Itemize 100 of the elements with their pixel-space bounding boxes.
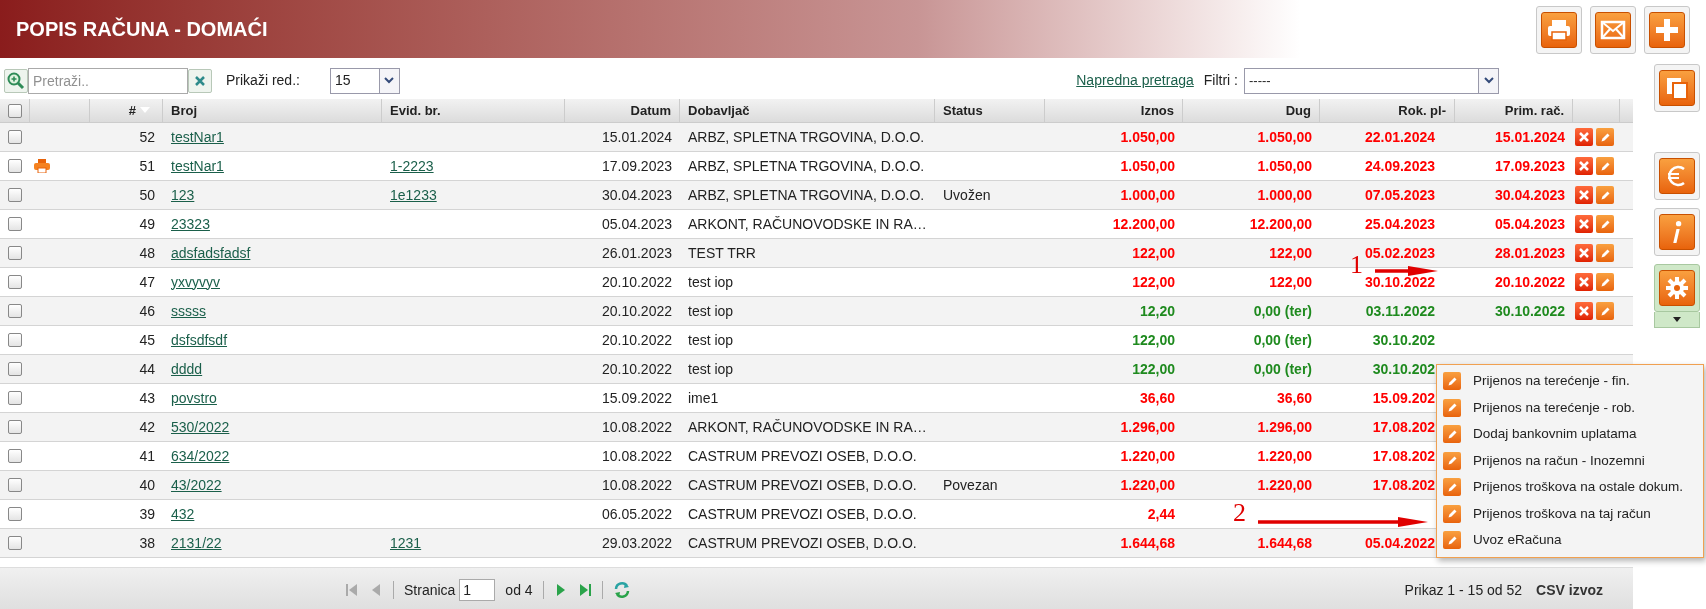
row-checkbox[interactable] bbox=[8, 333, 22, 347]
menu-item[interactable]: Prijenos na račun - Inozemni bbox=[1473, 450, 1645, 471]
refresh-button[interactable] bbox=[612, 581, 631, 599]
delete-button[interactable] bbox=[1575, 157, 1593, 175]
row-checkbox[interactable] bbox=[8, 130, 22, 144]
invoice-link[interactable]: 123 bbox=[171, 184, 195, 206]
invoice-link[interactable]: 530/2022 bbox=[171, 416, 230, 438]
menu-item[interactable]: Dodaj bankovnim uplatama bbox=[1473, 424, 1637, 445]
row-checkbox[interactable] bbox=[8, 188, 22, 202]
date-cell-text: 15.09.2022 bbox=[601, 388, 672, 408]
search-button[interactable] bbox=[4, 68, 28, 93]
page-field[interactable]: 1 bbox=[459, 579, 496, 601]
delete-button[interactable] bbox=[1575, 128, 1593, 146]
record-link[interactable]: 1231 bbox=[390, 532, 422, 554]
print-button[interactable] bbox=[1536, 6, 1582, 54]
invoice-link[interactable]: 2131/22 bbox=[171, 532, 222, 554]
invoice-link[interactable]: testNar1 bbox=[171, 155, 224, 177]
email-button[interactable] bbox=[1590, 6, 1636, 54]
debt-cell-text: 1.644,68 bbox=[1257, 533, 1312, 553]
date-cell-text: 10.08.2022 bbox=[601, 417, 672, 437]
column-header[interactable]: Dug bbox=[1285, 100, 1311, 121]
row-checkbox[interactable] bbox=[8, 449, 22, 463]
invoice-link[interactable]: dsfsdfsdf bbox=[171, 329, 228, 351]
delete-button[interactable] bbox=[1575, 244, 1593, 262]
column-header[interactable]: Evid. br. bbox=[390, 100, 441, 121]
invoice-link[interactable]: 432 bbox=[171, 503, 195, 525]
menu-item[interactable]: Prijenos na terećenje - rob. bbox=[1473, 397, 1636, 418]
menu-item[interactable]: Prijenos troškova na taj račun bbox=[1473, 503, 1651, 524]
csv-export-link[interactable]: CSV izvoz bbox=[1536, 579, 1603, 601]
rows-select[interactable]: 15 bbox=[329, 67, 400, 94]
amount-cell-text: 1.050,00 bbox=[1120, 127, 1175, 147]
row-checkbox[interactable] bbox=[8, 478, 22, 492]
delete-button[interactable] bbox=[1575, 215, 1593, 233]
row-checkbox[interactable] bbox=[8, 217, 22, 231]
debt-cell-text: 36,60 bbox=[1276, 388, 1312, 408]
clear-button[interactable] bbox=[188, 68, 212, 93]
row-checkbox[interactable] bbox=[8, 304, 22, 318]
invoice-link[interactable]: yxvyvyv bbox=[171, 271, 220, 293]
invoice-link[interactable]: sssss bbox=[171, 300, 206, 322]
record-link[interactable]: 1-2223 bbox=[390, 155, 434, 177]
invoice-link[interactable]: testNar1 bbox=[171, 126, 224, 148]
filter-select[interactable]: ----- bbox=[1244, 67, 1499, 94]
info-button[interactable] bbox=[1654, 208, 1700, 256]
menu-item[interactable]: Uvoz eRačuna bbox=[1473, 530, 1562, 551]
row-number: 38 bbox=[139, 533, 155, 553]
edit-button[interactable] bbox=[1596, 157, 1614, 175]
close-icon bbox=[1579, 248, 1589, 258]
row-checkbox[interactable] bbox=[8, 275, 22, 289]
due-date-cell-text: 24.09.2023 bbox=[1364, 156, 1435, 176]
edit-button[interactable] bbox=[1596, 302, 1614, 320]
row-checkbox[interactable] bbox=[8, 420, 22, 434]
delete-button[interactable] bbox=[1575, 302, 1593, 320]
menu-item[interactable]: Prijenos troškova na ostale dokum. bbox=[1473, 477, 1684, 498]
row-checkbox[interactable] bbox=[8, 159, 22, 173]
received-date-cell-text: 28.01.2023 bbox=[1494, 243, 1565, 263]
row-checkbox[interactable] bbox=[8, 507, 22, 521]
settings-button[interactable] bbox=[1654, 264, 1700, 312]
dropdown-toggle[interactable] bbox=[1654, 312, 1700, 328]
select-all-checkbox[interactable] bbox=[7, 103, 22, 118]
invoice-link[interactable]: dddd bbox=[171, 358, 203, 380]
edit-button[interactable] bbox=[1596, 215, 1614, 233]
payment-button[interactable] bbox=[1654, 152, 1700, 200]
received-date-cell-text: 30.10.2022 bbox=[1494, 301, 1565, 321]
delete-button[interactable] bbox=[1575, 273, 1593, 291]
record-link[interactable]: 1e1233 bbox=[390, 184, 437, 206]
column-header[interactable]: Iznos bbox=[1140, 100, 1174, 121]
menu-item[interactable]: Prijenos na terećenje - fin. bbox=[1473, 371, 1630, 392]
date-cell-text: 29.03.2022 bbox=[601, 533, 672, 553]
due-date-cell-text: 07.05.2023 bbox=[1364, 185, 1435, 205]
column-header[interactable]: Broj bbox=[171, 100, 197, 121]
edit-button[interactable] bbox=[1596, 128, 1614, 146]
received-date-cell-text: 15.01.2024 bbox=[1494, 127, 1565, 147]
column-header[interactable]: Dobavljač bbox=[688, 100, 750, 121]
row-checkbox[interactable] bbox=[8, 362, 22, 376]
column-header[interactable]: Rok. pl- bbox=[1398, 100, 1446, 121]
edit-button[interactable] bbox=[1596, 244, 1614, 262]
edit-button[interactable] bbox=[1596, 273, 1614, 291]
amount-cell-text: 122,00 bbox=[1132, 243, 1175, 263]
advanced-search-link[interactable]: Napredna pretraga bbox=[1076, 70, 1194, 91]
edit-button[interactable] bbox=[1596, 186, 1614, 204]
add-button[interactable] bbox=[1644, 6, 1690, 54]
column-header[interactable]: Datum bbox=[630, 100, 671, 121]
delete-button[interactable] bbox=[1575, 186, 1593, 204]
invoice-link[interactable]: 634/2022 bbox=[171, 445, 230, 467]
column-header[interactable]: Status bbox=[943, 100, 983, 121]
row-checkbox[interactable] bbox=[8, 246, 22, 260]
debt-cell-text: 12.200,00 bbox=[1249, 214, 1312, 234]
column-header[interactable]: # bbox=[128, 100, 136, 121]
first-page-button[interactable] bbox=[345, 583, 359, 597]
row-checkbox[interactable] bbox=[8, 536, 22, 550]
invoice-link[interactable]: adsfadsfadsf bbox=[171, 242, 251, 264]
debt-cell-text: 0,00 (ter) bbox=[1253, 330, 1312, 350]
invoice-link[interactable]: povstro bbox=[171, 387, 217, 409]
column-header[interactable]: Prim. rač. bbox=[1504, 100, 1564, 121]
last-page-button[interactable] bbox=[577, 583, 592, 597]
copy-button[interactable] bbox=[1654, 64, 1700, 112]
invoice-link[interactable]: 43/2022 bbox=[171, 474, 222, 496]
invoice-link[interactable]: 23323 bbox=[171, 213, 210, 235]
search-field[interactable]: Pretraži.. bbox=[28, 67, 188, 94]
row-checkbox[interactable] bbox=[8, 391, 22, 405]
